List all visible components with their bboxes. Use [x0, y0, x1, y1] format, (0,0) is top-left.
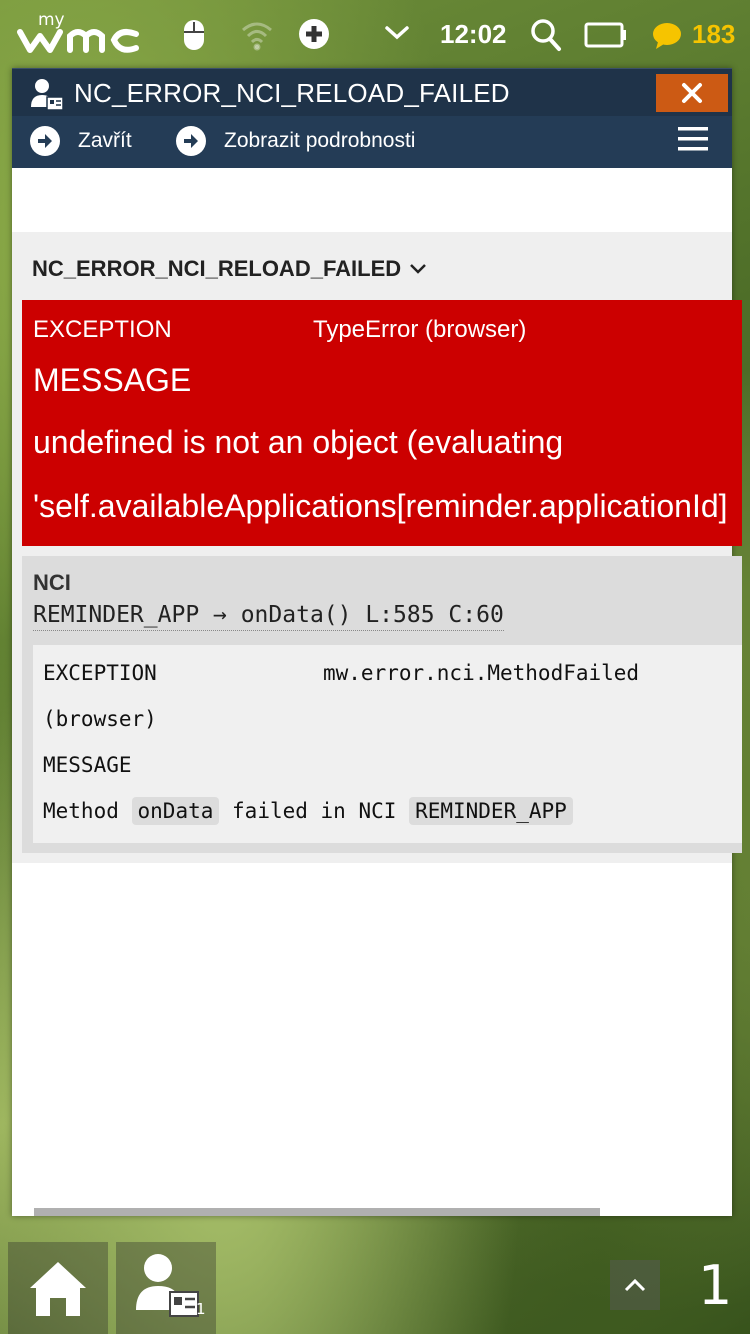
nci-message-middle: failed in NCI	[232, 799, 397, 823]
message-line-1: undefined is not an object (evaluating	[33, 424, 564, 460]
toolbar-close-button[interactable]: Zavřít	[30, 126, 132, 156]
status-clock: 12:02	[440, 19, 507, 49]
nci-message-method: onData	[131, 797, 220, 825]
desktop-number[interactable]: 1	[698, 1254, 732, 1317]
message-key: MESSAGE	[33, 362, 192, 398]
mouse-icon[interactable]	[182, 18, 206, 56]
user-card-icon	[30, 77, 64, 115]
message-line-2: 'self.availableApplications[reminder.app…	[33, 488, 728, 524]
nci-box: NCI REMINDER_APP → onData() L:585 C:60 E…	[22, 556, 742, 853]
hamburger-menu-icon[interactable]	[678, 126, 708, 156]
chat-bubble-icon[interactable]	[652, 22, 682, 54]
add-circle-icon[interactable]	[298, 18, 330, 54]
notification-count[interactable]: 183	[692, 19, 735, 50]
close-icon	[682, 83, 702, 103]
error-details-box: EXCEPTION TypeError (browser) MESSAGE un…	[22, 300, 742, 546]
arrow-right-icon	[30, 126, 60, 156]
nci-exception-value: mw.error.nci.MethodFailed	[323, 661, 640, 685]
nci-exception-key: EXCEPTION	[43, 661, 157, 685]
nci-message-key: MESSAGE	[43, 753, 132, 777]
nci-message-app: REMINDER_APP	[409, 797, 573, 825]
window-toolbar: Zavřít Zobrazit podrobnosti	[12, 116, 732, 168]
arrow-right-icon	[176, 126, 206, 156]
error-window: NC_ERROR_NCI_RELOAD_FAILED Zavřít Zobraz…	[12, 68, 742, 1216]
chevron-down-icon	[410, 264, 427, 274]
exception-row: EXCEPTION TypeError (browser)	[33, 316, 742, 344]
wmc-logo[interactable]: my	[16, 10, 142, 56]
window-title: NC_ERROR_NCI_RELOAD_FAILED	[74, 78, 510, 108]
chevron-up-icon	[624, 1278, 646, 1292]
wifi-icon[interactable]	[240, 18, 274, 56]
battery-icon[interactable]	[584, 22, 628, 52]
user-card-icon	[136, 1254, 199, 1317]
home-icon	[30, 1262, 86, 1316]
window-titlebar: NC_ERROR_NCI_RELOAD_FAILED	[12, 68, 732, 116]
status-bar: my 12:02 183	[0, 0, 750, 70]
home-button[interactable]	[8, 1242, 108, 1334]
nci-details-box: EXCEPTION mw.error.nci.MethodFailed (bro…	[33, 645, 742, 843]
exception-key: EXCEPTION	[33, 316, 172, 343]
toolbar-details-label: Zobrazit podrobnosti	[224, 129, 416, 152]
search-icon[interactable]	[530, 18, 562, 56]
exception-value: TypeError (browser)	[313, 316, 527, 343]
chevron-down-icon[interactable]	[384, 24, 410, 46]
error-heading-text: NC_ERROR_NCI_RELOAD_FAILED	[32, 256, 402, 281]
taskbar-app-button[interactable]	[116, 1242, 216, 1334]
toolbar-details-button[interactable]: Zobrazit podrobnosti	[176, 126, 415, 156]
app-window-count: 1	[196, 1300, 206, 1318]
window-content: NC_ERROR_NCI_RELOAD_FAILED EXCEPTION Typ…	[12, 168, 742, 863]
nci-trace-link[interactable]: REMINDER_APP → onData() L:585 C:60	[33, 602, 504, 631]
toolbar-close-label: Zavřít	[78, 129, 132, 152]
nci-exception-suffix: (browser)	[43, 707, 157, 731]
nci-message-prefix: Method	[43, 799, 119, 823]
error-panel: NC_ERROR_NCI_RELOAD_FAILED EXCEPTION Typ…	[12, 232, 742, 863]
nci-label: NCI	[33, 570, 71, 595]
nci-exception-row: EXCEPTION mw.error.nci.MethodFailed	[43, 661, 742, 685]
horizontal-scrollbar[interactable]	[34, 1208, 600, 1216]
nci-message: Method onData failed in NCI REMINDER_APP	[43, 797, 742, 825]
error-heading[interactable]: NC_ERROR_NCI_RELOAD_FAILED	[22, 242, 732, 300]
window-close-button[interactable]	[656, 74, 728, 112]
scroll-up-button[interactable]	[610, 1260, 660, 1310]
content-spacer	[12, 168, 732, 232]
